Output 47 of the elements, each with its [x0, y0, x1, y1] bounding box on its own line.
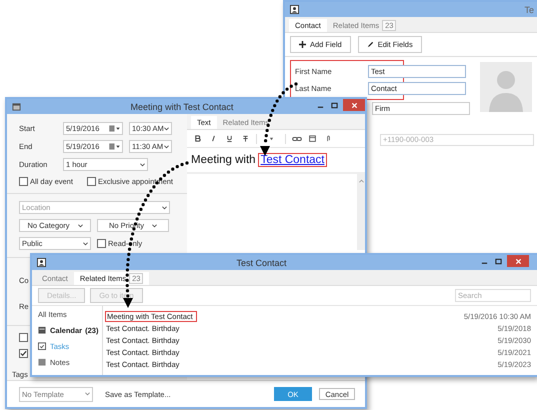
caret-icon — [78, 224, 83, 228]
check-icon — [20, 350, 27, 357]
scrollbar[interactable] — [357, 174, 365, 250]
close-icon — [514, 258, 522, 264]
contact-card-icon — [290, 5, 299, 14]
bold-button[interactable] — [192, 133, 203, 144]
contact-card-icon — [37, 258, 46, 267]
underline-icon — [226, 135, 233, 142]
calendar-caret-icon — [109, 143, 120, 150]
calendar-button[interactable] — [307, 133, 318, 144]
caret-icon — [162, 206, 167, 210]
checkbox[interactable] — [19, 333, 28, 342]
caret-icon — [164, 144, 169, 148]
avatar-placeholder — [480, 62, 532, 112]
maximize-icon — [330, 102, 338, 108]
close-button[interactable] — [507, 255, 529, 267]
caret-icon — [85, 392, 90, 396]
strikethrough-icon — [242, 135, 249, 142]
note-icon — [38, 358, 46, 366]
body-text: Meeting with — [191, 154, 256, 166]
checkbox[interactable] — [19, 348, 28, 358]
maximize-icon — [494, 258, 502, 264]
link-icon — [292, 134, 302, 142]
calendar-icon — [12, 102, 21, 111]
caret-icon — [268, 136, 274, 140]
close-button[interactable] — [343, 99, 365, 111]
bold-icon — [194, 135, 201, 142]
paperclip-icon — [325, 135, 332, 142]
window-title: Te — [524, 4, 534, 14]
window-title: Meeting with Test Contact — [130, 102, 234, 112]
checkbox[interactable] — [19, 176, 28, 186]
checkbox[interactable] — [97, 239, 106, 248]
window-title: Test Contact — [235, 258, 288, 268]
caret-icon — [83, 242, 88, 246]
checkbox[interactable] — [86, 176, 96, 186]
calendar-icon — [38, 326, 46, 334]
close-icon — [350, 102, 358, 108]
calendar-icon — [309, 135, 316, 142]
italic-icon — [210, 135, 217, 142]
task-icon — [38, 342, 46, 350]
calendar-caret-icon — [109, 125, 120, 132]
caret-icon — [164, 126, 169, 130]
scroll-up-icon — [358, 179, 364, 183]
pencil-icon — [366, 41, 374, 48]
caret-icon — [152, 224, 157, 228]
caret-icon — [140, 162, 145, 166]
plus-icon — [299, 41, 306, 48]
